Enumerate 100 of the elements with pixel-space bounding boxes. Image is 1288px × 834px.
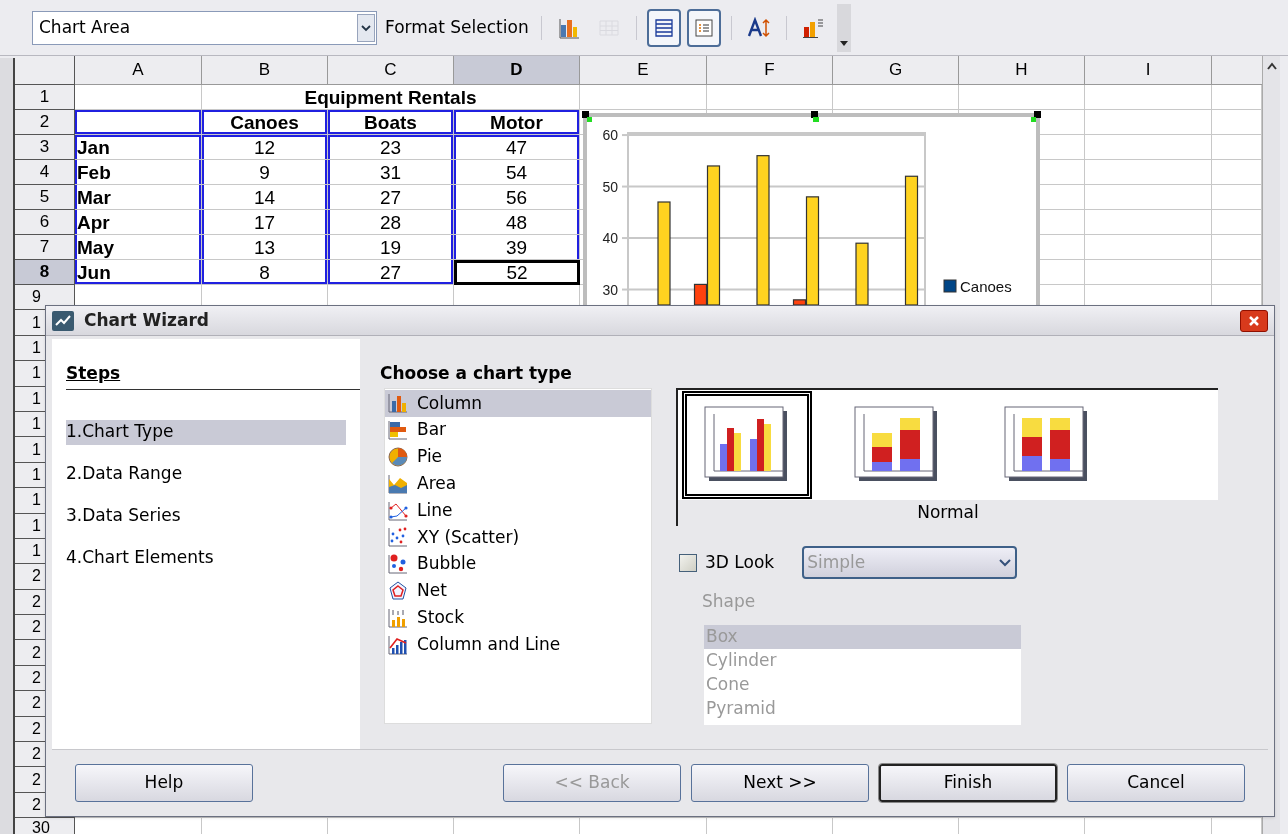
- row-number-header[interactable]: 2: [15, 110, 75, 135]
- section-heading: Choose a chart type: [380, 362, 573, 385]
- axis-tick-label: 30: [602, 281, 618, 298]
- axis-tick-label: 40: [602, 230, 618, 247]
- table-cell: 28: [328, 210, 454, 235]
- row-number-header[interactable]: 2: [32, 670, 41, 687]
- pie-chart-icon: [387, 446, 409, 468]
- row-number-header[interactable]: 2: [32, 720, 41, 737]
- chart-type-item[interactable]: Bubble: [385, 550, 651, 578]
- toolbar-overflow-button[interactable]: [836, 3, 851, 52]
- row-number-header[interactable]: 1: [32, 314, 41, 331]
- step-item[interactable]: 3.Data Series: [66, 503, 346, 529]
- column-letter-header[interactable]: D: [454, 56, 580, 85]
- resize-arrows-icon: [746, 16, 771, 39]
- chart-type-item[interactable]: Pie: [385, 443, 651, 471]
- column-heading: Motor: [454, 110, 580, 135]
- row-number-header[interactable]: 7: [15, 235, 75, 260]
- shape-label: Shape: [702, 590, 757, 613]
- dialog-button[interactable]: Finish: [879, 764, 1057, 802]
- row-number-header[interactable]: 1: [32, 517, 41, 534]
- row-label: Jun: [75, 260, 202, 285]
- row-number-header[interactable]: 4: [15, 160, 75, 185]
- chart-frame[interactable]: 30 40 50 60 Canoes: [583, 113, 1040, 305]
- chart-type-item[interactable]: Column: [385, 390, 651, 417]
- list-icon: [692, 16, 715, 39]
- dialog-button[interactable]: Help: [75, 764, 253, 802]
- row-number-header[interactable]: 1: [32, 390, 41, 407]
- table-cell: 27: [328, 260, 454, 285]
- row-number-header[interactable]: 2: [32, 619, 41, 636]
- row-number-header[interactable]: 1: [15, 85, 75, 110]
- table-cell: 8: [202, 260, 328, 285]
- format-selection-button[interactable]: Format Selection: [383, 14, 531, 41]
- column-letter-header[interactable]: C: [328, 56, 454, 85]
- row-number-header[interactable]: 5: [15, 185, 75, 210]
- horizontal-lines-icon: [652, 16, 675, 39]
- step-item[interactable]: 2.Data Range: [66, 461, 346, 487]
- row-number-header[interactable]: 1: [32, 543, 41, 560]
- chart-type-item[interactable]: Bar: [385, 416, 651, 444]
- column-letter-header[interactable]: F: [707, 56, 833, 85]
- 3d-look-checkbox[interactable]: 3D Look: [679, 549, 775, 576]
- chart-wizard-icon: [52, 310, 74, 331]
- row-number-header[interactable]: 8: [15, 260, 75, 285]
- table-cell: 23: [328, 135, 454, 160]
- chart-type-item[interactable]: Stock: [385, 604, 651, 632]
- column-letter-header[interactable]: E: [580, 56, 707, 85]
- step-item[interactable]: 4.Chart Elements: [66, 545, 346, 571]
- row-number-header[interactable]: 2: [32, 644, 41, 661]
- row-number-header[interactable]: 2: [32, 771, 41, 788]
- radar-chart-icon: [387, 579, 409, 602]
- row-number-header[interactable]: 1: [32, 492, 41, 509]
- table-cell: 13: [202, 235, 328, 260]
- row-number-header[interactable]: 1: [32, 416, 41, 433]
- toolbar-button[interactable]: [646, 8, 681, 47]
- row-label: Mar: [75, 185, 202, 210]
- variant-option[interactable]: [682, 391, 812, 499]
- column-letter-header[interactable]: G: [833, 56, 959, 85]
- column-letter-header[interactable]: B: [202, 56, 328, 85]
- row-label: May: [75, 235, 202, 260]
- column-letter-header[interactable]: A: [75, 56, 202, 85]
- dialog-button[interactable]: Cancel: [1067, 764, 1245, 802]
- chart-type-item[interactable]: XY (Scatter): [385, 524, 651, 551]
- chart-type-item[interactable]: Line: [385, 497, 651, 524]
- row-number-header[interactable]: 2: [32, 568, 41, 585]
- row-number-header[interactable]: 1: [32, 466, 41, 483]
- close-button[interactable]: [1240, 309, 1268, 332]
- row-number-header[interactable]: 2: [32, 593, 41, 610]
- row-number-header[interactable]: 1: [32, 339, 41, 356]
- line-chart-icon: [387, 499, 409, 522]
- dialog-button[interactable]: Next >>: [691, 764, 869, 802]
- row-label: Jan: [75, 135, 202, 160]
- row-number-header[interactable]: 1: [32, 441, 41, 458]
- row-number-header[interactable]: 2: [32, 746, 41, 763]
- chart-type-item[interactable]: Area: [385, 470, 651, 498]
- bar-chart-icon: [557, 16, 580, 39]
- table-cell: 52: [454, 260, 580, 285]
- select-all-corner[interactable]: [15, 56, 75, 85]
- bubble-chart-icon: [387, 553, 409, 576]
- table-cell: 56: [454, 185, 580, 210]
- scroll-up-icon[interactable]: [1266, 62, 1277, 70]
- area-chart-icon: [387, 472, 409, 495]
- object-select[interactable]: Chart Area: [32, 10, 377, 45]
- column-letter-header[interactable]: I: [1085, 56, 1212, 85]
- row-number-header[interactable]: 1: [32, 365, 41, 382]
- axis-tick-label: 50: [602, 178, 618, 195]
- table-cell: 48: [454, 210, 580, 235]
- column-letter-header[interactable]: H: [959, 56, 1085, 85]
- chart-type-item[interactable]: Net: [385, 577, 651, 605]
- toolbar-button[interactable]: [686, 8, 721, 47]
- column-line-chart-icon: [387, 633, 409, 656]
- row-label: Feb: [75, 160, 202, 185]
- step-item[interactable]: 1.Chart Type: [66, 419, 346, 445]
- stock-chart-icon: [387, 606, 409, 629]
- row-number-header[interactable]: 30: [32, 820, 50, 834]
- row-number-header[interactable]: 2: [32, 695, 41, 712]
- row-number-header[interactable]: 6: [15, 210, 75, 235]
- chart-type-item[interactable]: Column and Line: [385, 631, 651, 658]
- chart-type-list[interactable]: Column Bar Pie Area Line XY (Scatter) Bubble Net Stock Column and Line: [384, 388, 652, 724]
- row-number-header[interactable]: 2: [32, 797, 41, 813]
- row-number-header[interactable]: 3: [15, 135, 75, 160]
- row-number-header[interactable]: 9: [32, 289, 41, 306]
